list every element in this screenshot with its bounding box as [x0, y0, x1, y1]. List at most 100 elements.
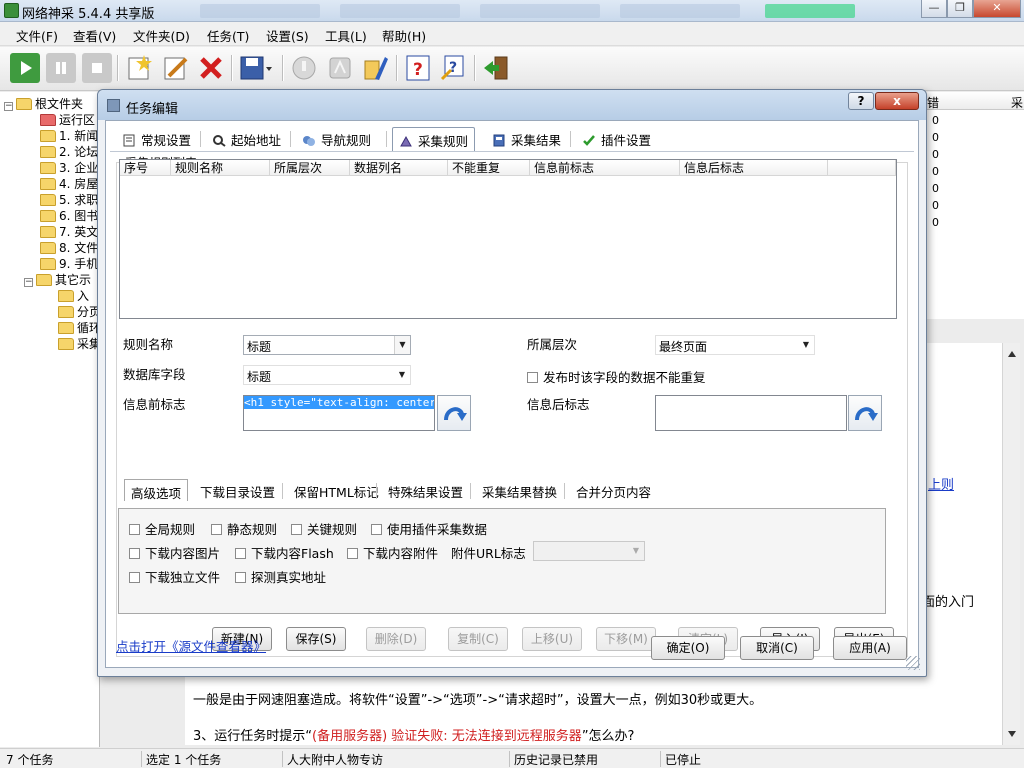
pause-icon[interactable] [46, 53, 76, 83]
save-rule-button[interactable]: 保存(S) [286, 627, 346, 651]
checkbox-box[interactable] [129, 524, 140, 535]
menu-task[interactable]: 任务(T) [207, 26, 249, 45]
tree-item[interactable]: 采集 [58, 335, 99, 351]
move-up-button[interactable]: 上移(U) [522, 627, 582, 651]
edit-task-icon[interactable] [160, 53, 190, 83]
tab-general-settings[interactable]: 常规设置 [116, 127, 197, 151]
static-rule-checkbox[interactable]: 静态规则 [211, 519, 277, 538]
cancel-button[interactable]: 取消(C) [740, 636, 814, 660]
attachment-url-combo[interactable]: ▼ [533, 541, 645, 561]
new-task-icon[interactable] [124, 53, 154, 83]
source-viewer-link[interactable]: 点击打开《源文件查看器》 [116, 636, 266, 655]
tab-collect-results[interactable]: 采集结果 [486, 127, 567, 151]
download-attachments-checkbox[interactable]: 下载内容附件 [347, 543, 438, 562]
tree-item[interactable]: 5. 求职 [40, 191, 98, 207]
column-header-no-duplicate[interactable]: 不能重复 [448, 160, 530, 176]
content-scrollbar[interactable] [1002, 343, 1020, 745]
minimize-button[interactable]: — [921, 0, 947, 18]
use-plugin-checkbox[interactable]: 使用插件采集数据 [371, 519, 487, 538]
global-rule-checkbox[interactable]: 全局规则 [129, 519, 195, 538]
tab-plugin-settings[interactable]: 插件设置 [576, 127, 657, 151]
menu-tools[interactable]: 工具(L) [325, 26, 367, 45]
tab-navigation-rules[interactable]: 导航规则 [296, 127, 377, 151]
grid-column-header[interactable]: 错 [927, 94, 939, 111]
tree-item[interactable]: 2. 论坛 [40, 143, 98, 159]
maximize-button[interactable]: ❐ [947, 0, 973, 18]
detect-real-url-checkbox[interactable]: 探测真实地址 [235, 567, 326, 586]
rule-list[interactable]: 序号 规则名称 所属层次 数据列名 不能重复 信息前标志 信息后标志 [119, 159, 897, 319]
tree-item[interactable]: 分页 [58, 303, 99, 319]
subtab-merge-pages[interactable]: 合并分页内容 [570, 479, 657, 501]
rule-name-combo[interactable]: 标题 ▼ [243, 335, 411, 355]
checkbox-box[interactable] [527, 372, 538, 383]
suffix-pick-button[interactable] [848, 395, 882, 431]
tree-item[interactable]: 9. 手机 [40, 255, 98, 271]
level-combo[interactable]: 最终页面 ▼ [655, 335, 815, 355]
grid-column-header[interactable]: 采 [1011, 94, 1023, 111]
subtab-special-results[interactable]: 特殊结果设置 [382, 479, 469, 501]
resize-grip-icon[interactable] [906, 656, 920, 670]
column-header-prefix[interactable]: 信息前标志 [530, 160, 680, 176]
db-field-combo[interactable]: 标题 ▼ [243, 365, 411, 385]
download-standalone-checkbox[interactable]: 下载独立文件 [129, 567, 220, 586]
column-header-level[interactable]: 所属层次 [270, 160, 350, 176]
apply-button[interactable]: 应用(A) [833, 636, 907, 660]
tree-item[interactable]: 4. 房屋 [40, 175, 98, 191]
move-down-button[interactable]: 下移(M) [596, 627, 656, 651]
checkbox-box[interactable] [211, 524, 222, 535]
checkbox-box[interactable] [291, 524, 302, 535]
column-header-index[interactable]: 序号 [120, 160, 171, 176]
menu-file[interactable]: 文件(F) [16, 26, 58, 45]
delete-rule-button[interactable]: 删除(D) [366, 627, 426, 651]
tree-item-other[interactable]: − 其它示 [24, 271, 91, 287]
tree-item[interactable]: 1. 新闻 [40, 127, 98, 143]
ok-button[interactable]: 确定(O) [651, 636, 725, 660]
checkbox-box[interactable] [235, 572, 246, 583]
chevron-down-icon[interactable]: ▼ [798, 336, 814, 354]
prefix-textarea[interactable]: <h1 style="text-align: center;v [243, 395, 435, 431]
help-context-icon[interactable]: ? [439, 53, 469, 83]
tree-item[interactable]: 入 [58, 287, 89, 303]
tab-start-url[interactable]: 起始地址 [206, 127, 287, 151]
no-duplicate-checkbox[interactable]: 发布时该字段的数据不能重复 [527, 367, 706, 386]
exit-icon[interactable] [481, 53, 511, 83]
chevron-down-icon[interactable]: ▼ [394, 366, 410, 384]
tree-item[interactable]: 3. 企业 [40, 159, 98, 175]
disabled-icon[interactable] [289, 53, 319, 83]
column-header-rule-name[interactable]: 规则名称 [171, 160, 270, 176]
tree-item[interactable]: 6. 图书 [40, 207, 98, 223]
wizard-icon[interactable] [361, 53, 391, 83]
checkbox-box[interactable] [347, 548, 358, 559]
subtab-advanced[interactable]: 高级选项 [124, 479, 189, 501]
play-icon[interactable] [10, 53, 40, 83]
chevron-down-icon[interactable]: ▼ [628, 542, 644, 560]
checkbox-box[interactable] [371, 524, 382, 535]
subtab-replace-results[interactable]: 采集结果替换 [476, 479, 563, 501]
chevron-down-icon[interactable]: ▼ [394, 336, 410, 354]
tree-item[interactable]: 循环 [58, 319, 99, 335]
key-rule-checkbox[interactable]: 关键规则 [291, 519, 357, 538]
delete-task-icon[interactable] [196, 53, 226, 83]
help-icon[interactable]: ? [403, 53, 433, 83]
help-link[interactable]: 上则 [928, 474, 954, 493]
tree-item[interactable]: 7. 英文 [40, 223, 98, 239]
close-button[interactable]: ✕ [973, 0, 1021, 18]
menu-settings[interactable]: 设置(S) [266, 26, 309, 45]
menu-folder[interactable]: 文件夹(D) [133, 26, 190, 45]
stop-icon[interactable] [82, 53, 112, 83]
download-images-checkbox[interactable]: 下载内容图片 [129, 543, 220, 562]
prefix-pick-button[interactable] [437, 395, 471, 431]
dialog-help-button[interactable]: ? [848, 92, 874, 110]
menu-view[interactable]: 查看(V) [73, 26, 116, 45]
suffix-textarea[interactable] [655, 395, 847, 431]
collapse-icon[interactable]: − [4, 102, 13, 111]
tree-item[interactable]: 8. 文件 [40, 239, 98, 255]
save-icon[interactable] [238, 53, 272, 83]
checkbox-box[interactable] [129, 548, 140, 559]
download-flash-checkbox[interactable]: 下载内容Flash [235, 543, 334, 562]
tree-root[interactable]: − 根文件夹 [4, 95, 83, 111]
collapse-icon[interactable]: − [24, 278, 33, 287]
disabled-icon-2[interactable] [325, 53, 355, 83]
column-header-suffix[interactable]: 信息后标志 [680, 160, 828, 176]
dialog-close-button[interactable]: x [875, 92, 919, 110]
